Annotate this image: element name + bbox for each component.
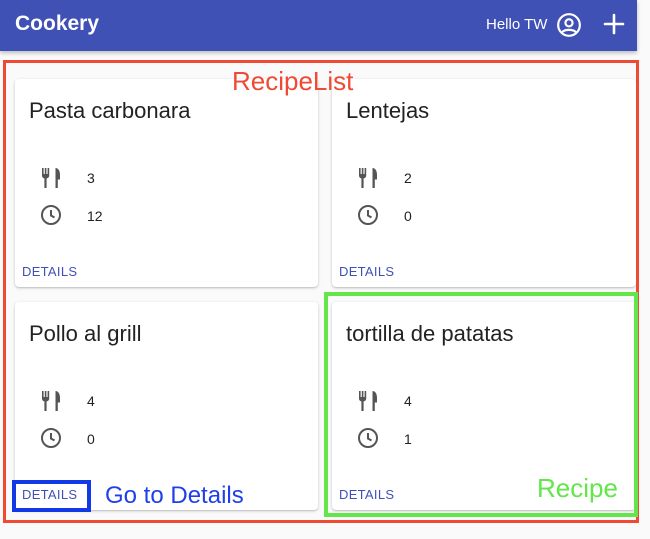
user-greeting: Hello TW	[486, 16, 548, 33]
go-to-details-annotation-label: Go to Details	[105, 482, 244, 509]
details-highlight-frame	[12, 480, 91, 512]
add-icon[interactable]	[602, 12, 626, 36]
app-bar: Cookery Hello TW	[0, 0, 637, 51]
account-circle-icon[interactable]	[556, 12, 582, 38]
recipe-annotation-label: Recipe	[537, 473, 618, 503]
app-title: Cookery	[15, 12, 100, 35]
recipe-list-annotation-label: RecipeList	[232, 66, 354, 96]
